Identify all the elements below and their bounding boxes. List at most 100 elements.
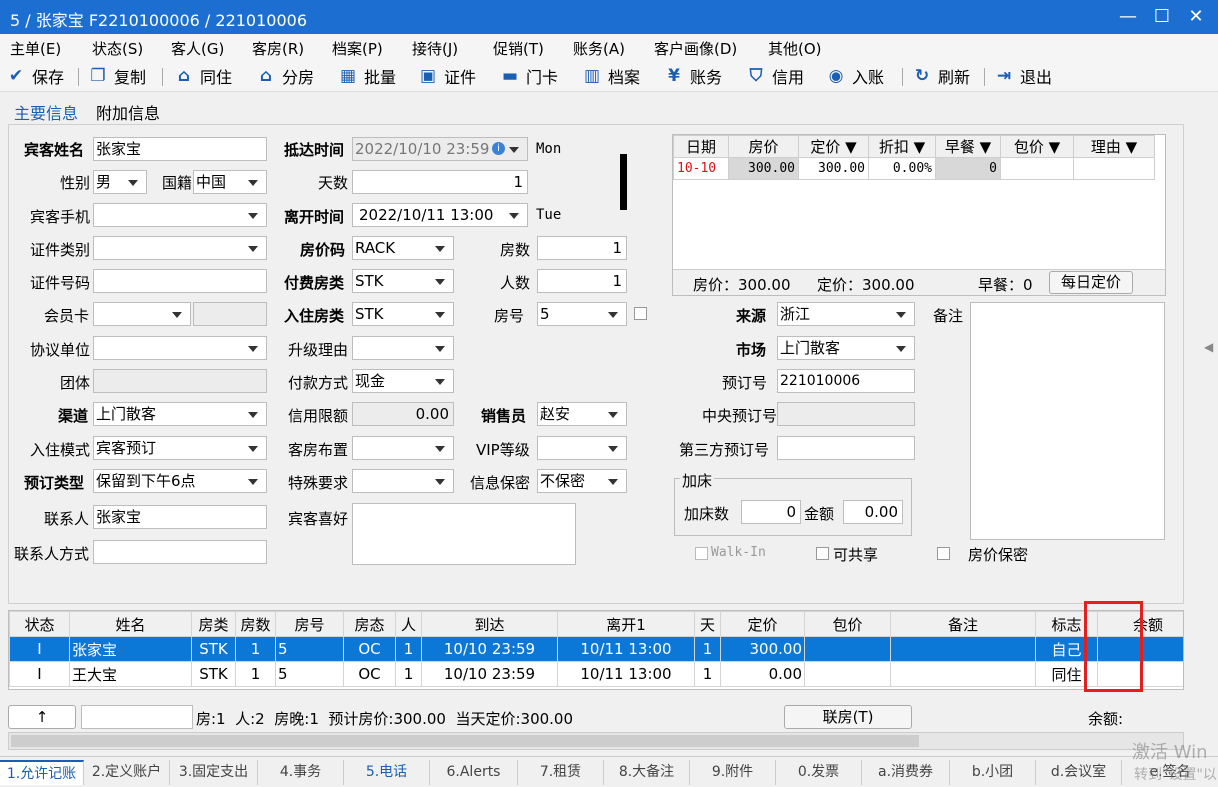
menu-reception[interactable]: 接待(J)	[412, 38, 458, 59]
split-room-button[interactable]: ⌂ 分房	[256, 64, 314, 88]
tab-invoice[interactable]: 0.发票	[776, 760, 862, 785]
contact-way-input[interactable]	[93, 540, 267, 564]
tab-alerts[interactable]: 6.Alerts	[430, 760, 518, 785]
tab-voucher[interactable]: a.消费券	[862, 760, 950, 785]
col-arrival[interactable]: 到达	[421, 611, 558, 637]
rate-code-select[interactable]: RACK	[352, 236, 454, 260]
booking-type-select[interactable]: 保留到下午6点	[93, 469, 267, 493]
copy-button[interactable]: ❐ 复制	[88, 64, 146, 88]
link-room-button[interactable]: 联房(T)	[784, 705, 912, 729]
gender-select[interactable]: 男	[93, 170, 147, 194]
channel-select[interactable]: 上门散客	[93, 402, 267, 426]
menu-room[interactable]: 客房(R)	[252, 38, 304, 59]
pay-room-type-select[interactable]: STK	[352, 269, 454, 293]
tab-lease[interactable]: 7.租赁	[518, 760, 604, 785]
footer-search-input[interactable]	[81, 705, 193, 729]
scrollbar-thumb[interactable]	[11, 735, 919, 747]
batch-button[interactable]: ▦ 批量	[338, 64, 396, 88]
tab-meeting-room[interactable]: d.会议室	[1036, 760, 1122, 785]
days-input[interactable]: 1	[352, 170, 528, 194]
col-price[interactable]: 房价	[728, 135, 799, 158]
exit-button[interactable]: ⇥ 退出	[994, 64, 1052, 88]
menu-status[interactable]: 状态(S)	[92, 38, 143, 59]
save-button[interactable]: ✔ 保存	[6, 64, 64, 88]
seller-select[interactable]: 赵安	[537, 402, 627, 426]
price-secret-checkbox[interactable]	[937, 547, 950, 560]
col-depart[interactable]: 离开1	[557, 611, 695, 637]
phone-select[interactable]	[93, 203, 267, 227]
post-entry-button[interactable]: ◉ 入账	[826, 64, 884, 88]
vip-select[interactable]	[537, 436, 627, 460]
menu-archive[interactable]: 档案(P)	[332, 38, 383, 59]
rooms-input[interactable]: 1	[537, 236, 627, 260]
rate-row[interactable]: 10-10 300.00 300.00 0.00% 0	[673, 157, 1155, 180]
tab-attachment[interactable]: 9.附件	[690, 760, 776, 785]
share-button[interactable]: ⌂ 同住	[174, 64, 232, 88]
door-card-button[interactable]: ▬ 门卡	[500, 64, 558, 88]
room-no-select[interactable]: 5	[537, 302, 627, 326]
note-textarea[interactable]	[970, 302, 1165, 540]
col-name[interactable]: 姓名	[69, 611, 192, 637]
col-room-type[interactable]: 房类	[191, 611, 236, 637]
extra-bed-count-input[interactable]: 0	[741, 500, 801, 524]
cert-button[interactable]: ▣ 证件	[418, 64, 476, 88]
tab-allow-charge[interactable]: 1.允许记账	[0, 760, 84, 785]
table-row[interactable]: I 王大宝 STK 1 5 OC 1 10/10 23:59 10/11 13:…	[9, 661, 1183, 687]
col-status[interactable]: 状态	[9, 611, 70, 637]
room-lock-checkbox[interactable]	[634, 307, 647, 320]
cert-no-input[interactable]	[93, 269, 267, 293]
member-card-select[interactable]	[93, 302, 191, 326]
preference-textarea[interactable]	[352, 503, 576, 565]
nation-select[interactable]: 中国	[193, 170, 267, 194]
col-breakfast[interactable]: 早餐 ▼	[935, 135, 1001, 158]
refresh-button[interactable]: ↻ 刷新	[912, 64, 970, 88]
source-select[interactable]: 浙江	[777, 302, 915, 326]
cert-type-select[interactable]	[93, 236, 267, 260]
menu-portrait[interactable]: 客户画像(D)	[654, 38, 737, 59]
col-discount[interactable]: 折扣 ▼	[868, 135, 936, 158]
stay-room-type-select[interactable]: STK	[352, 302, 454, 326]
col-package[interactable]: 包价 ▼	[1000, 135, 1074, 158]
tab-define-account[interactable]: 2.定义账户	[84, 760, 170, 785]
side-collapse-icon[interactable]: ◀	[1204, 340, 1213, 354]
market-select[interactable]: 上门散客	[777, 336, 915, 360]
col-reason[interactable]: 理由 ▼	[1073, 135, 1155, 158]
tab-big-note[interactable]: 8.大备注	[604, 760, 690, 785]
tab-fixed-expense[interactable]: 3.固定支出	[170, 760, 258, 785]
col-set-price[interactable]: 定价	[720, 611, 805, 637]
shareable-checkbox[interactable]	[816, 547, 829, 560]
arrival-input[interactable]: 2022/10/10 23:59 i	[352, 137, 528, 161]
persons-input[interactable]: 1	[537, 269, 627, 293]
col-note[interactable]: 备注	[890, 611, 1036, 637]
menu-other[interactable]: 其他(O)	[768, 38, 822, 59]
horizontal-scrollbar[interactable]	[8, 732, 1184, 750]
depart-input[interactable]: 2022/10/11 13:00	[352, 203, 528, 227]
extra-bed-amount-input[interactable]: 0.00	[843, 500, 903, 524]
close-icon[interactable]: ✕	[1176, 2, 1216, 32]
daily-rate-button[interactable]: 每日定价	[1049, 271, 1133, 294]
menu-main[interactable]: 主单(E)	[10, 38, 61, 59]
agreement-select[interactable]	[93, 336, 267, 360]
col-days[interactable]: 天	[694, 611, 721, 637]
credit-button[interactable]: ⛉ 信用	[746, 64, 804, 88]
up-arrow-button[interactable]: ↑	[8, 705, 76, 729]
tab-phone[interactable]: 5.电话	[344, 760, 430, 785]
pay-method-select[interactable]: 现金	[352, 369, 454, 393]
contact-input[interactable]: 张家宝	[93, 505, 267, 529]
col-date[interactable]: 日期	[673, 135, 729, 158]
col-package[interactable]: 包价	[804, 611, 891, 637]
special-select[interactable]	[352, 469, 454, 493]
privacy-select[interactable]: 不保密	[537, 469, 627, 493]
account-button[interactable]: ¥ 账务	[664, 64, 722, 88]
archive-button[interactable]: ▥ 档案	[582, 64, 640, 88]
menu-promo[interactable]: 促销(T)	[493, 38, 544, 59]
col-room-state[interactable]: 房态	[343, 611, 396, 637]
room-layout-select[interactable]	[352, 436, 454, 460]
tab-affairs[interactable]: 4.事务	[258, 760, 344, 785]
col-room-no[interactable]: 房号	[275, 611, 344, 637]
upgrade-select[interactable]	[352, 336, 454, 360]
checkin-mode-select[interactable]: 宾客预订	[93, 436, 267, 460]
guest-name-input[interactable]: 张家宝	[93, 137, 267, 161]
tab-small-group[interactable]: b.小团	[950, 760, 1036, 785]
col-persons[interactable]: 人	[395, 611, 422, 637]
